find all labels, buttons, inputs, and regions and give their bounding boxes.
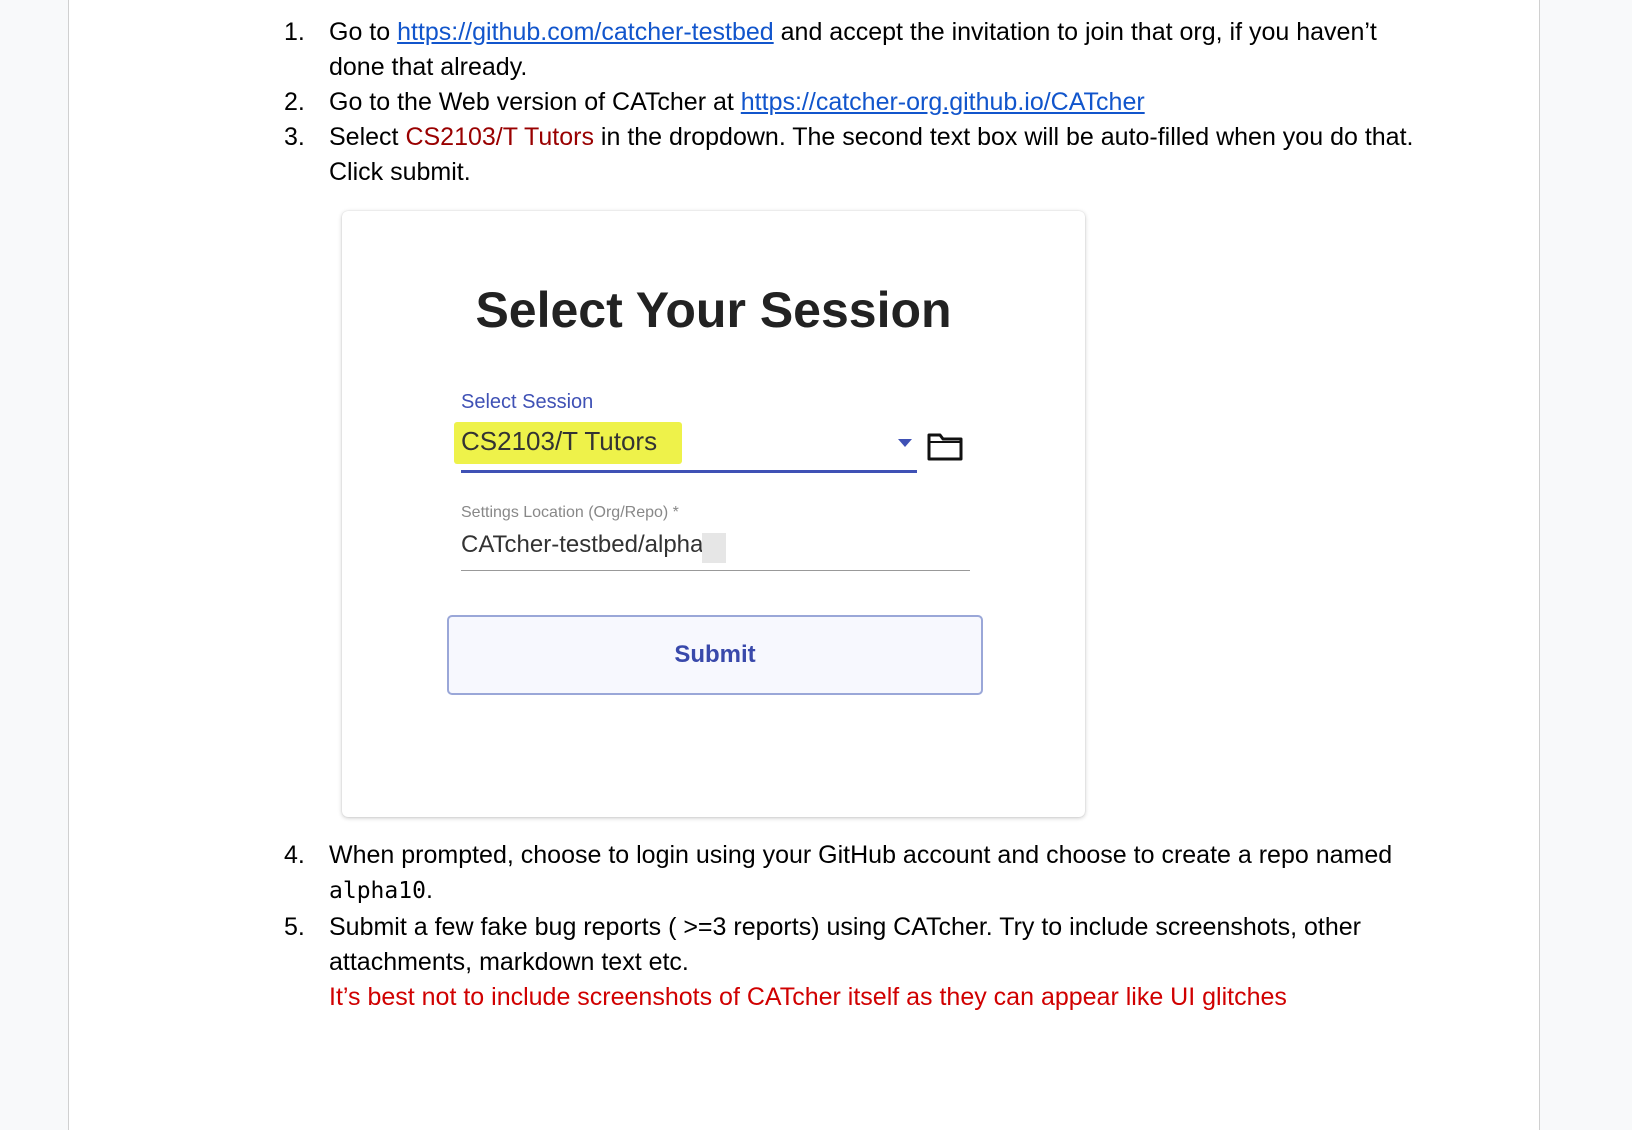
settings-location-field[interactable]: CATcher-testbed/alpha — [461, 531, 703, 559]
select-session-label: Select Session — [461, 391, 594, 413]
github-org-link[interactable]: https://github.com/catcher-testbed — [397, 18, 774, 46]
list-item-4: 4. When prompted, choose to login using … — [284, 838, 1439, 909]
settings-underline — [461, 570, 970, 571]
list-number: 4. — [284, 841, 305, 869]
list-item-2: 2. Go to the Web version of CATcher at h… — [284, 85, 1439, 120]
list-number: 5. — [284, 913, 305, 941]
list-item-5: 5. Submit a few fake bug reports ( >=3 r… — [284, 910, 1439, 1015]
step-text: Select — [329, 123, 406, 151]
step-text: . — [425, 876, 433, 904]
dropdown-arrow-icon[interactable] — [898, 439, 912, 447]
list-number: 3. — [284, 123, 305, 151]
repo-name-code: alpha10 — [329, 878, 426, 904]
list-item-3: 3. Select CS2103/T Tutors in the dropdow… — [284, 120, 1439, 190]
warning-text: It’s best not to include screenshots of … — [329, 983, 1287, 1011]
submit-button[interactable]: Submit — [447, 615, 983, 695]
text-cursor-block — [702, 533, 726, 563]
document-page: 1. Go to https://github.com/catcher-test… — [68, 0, 1540, 1130]
session-select[interactable]: CS2103/T Tutors — [461, 426, 657, 457]
session-screenshot: Select Your Session Select Session CS210… — [342, 211, 1085, 817]
highlighted-session-name: CS2103/T Tutors — [405, 123, 594, 151]
card-title: Select Your Session — [475, 282, 952, 338]
list-item-1: 1. Go to https://github.com/catcher-test… — [284, 15, 1439, 85]
step-text: Go to — [329, 18, 398, 46]
select-underline — [461, 470, 917, 473]
settings-location-label: Settings Location (Org/Repo) * — [461, 504, 679, 521]
list-number: 1. — [284, 18, 305, 46]
list-number: 2. — [284, 88, 305, 116]
step-text: Go to the Web version of CATcher at — [329, 88, 741, 116]
catcher-web-link[interactable]: https://catcher-org.github.io/CATcher — [741, 88, 1145, 116]
folder-icon[interactable] — [927, 431, 963, 461]
step-text: Submit a few fake bug reports ( >=3 repo… — [329, 913, 1361, 976]
step-text: When prompted, choose to login using you… — [329, 841, 1393, 869]
